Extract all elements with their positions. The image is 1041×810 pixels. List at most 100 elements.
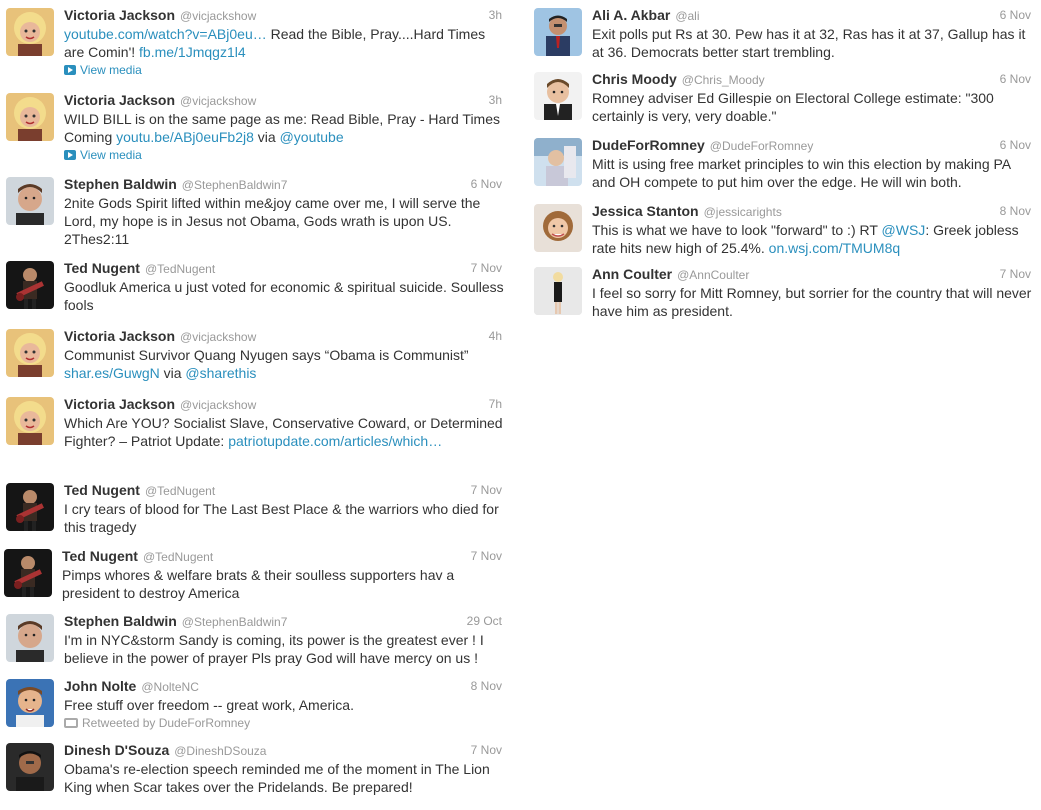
- tweet-text-segment: Pimps whores & welfare brats & their sou…: [62, 567, 455, 601]
- tweet-link[interactable]: fb.me/1Jmqgz1l4: [139, 44, 246, 60]
- tweet-header: Dinesh D'Souza @DineshDSouza 7 Nov: [64, 741, 504, 759]
- tweet-link[interactable]: youtube.com/watch?v=ABj0eu…: [64, 26, 267, 42]
- tweet-link[interactable]: @WSJ: [882, 222, 926, 238]
- author-name[interactable]: Ted Nugent: [64, 482, 140, 498]
- avatar[interactable]: [6, 614, 54, 662]
- tweet-timestamp[interactable]: 6 Nov: [1000, 6, 1031, 24]
- avatar[interactable]: [534, 72, 582, 120]
- tweet-text: Communist Survivor Quang Nyugen says “Ob…: [64, 346, 504, 382]
- avatar[interactable]: [6, 261, 54, 309]
- author-handle[interactable]: @vicjackshow: [180, 94, 256, 108]
- tweet-timestamp[interactable]: 7 Nov: [1000, 265, 1031, 283]
- view-media-link[interactable]: View media: [64, 62, 504, 78]
- tweet-timestamp[interactable]: 6 Nov: [1000, 136, 1031, 154]
- author-name[interactable]: Chris Moody: [592, 71, 677, 87]
- tweet-header: Ali A. Akbar @ali 6 Nov: [592, 6, 1033, 24]
- tweet-text-segment: I cry tears of blood for The Last Best P…: [64, 501, 499, 535]
- avatar[interactable]: [4, 549, 52, 597]
- author-name[interactable]: Dinesh D'Souza: [64, 742, 169, 758]
- avatar[interactable]: [6, 177, 54, 225]
- author-handle[interactable]: @DudeForRomney: [710, 139, 814, 153]
- tweet-text: Obama's re-election speech reminded me o…: [64, 760, 504, 796]
- tweet-text-segment: via: [159, 365, 186, 381]
- tweet-link[interactable]: @sharethis: [185, 365, 256, 381]
- tweet-timestamp[interactable]: 6 Nov: [1000, 70, 1031, 88]
- tweet-text-segment: I'm in NYC&storm Sandy is coming, its po…: [64, 632, 484, 666]
- author-name[interactable]: Stephen Baldwin: [64, 176, 177, 192]
- avatar[interactable]: [534, 267, 582, 315]
- avatar[interactable]: [6, 8, 54, 56]
- author-handle[interactable]: @TedNugent: [145, 484, 215, 498]
- tweet-timestamp[interactable]: 3h: [489, 91, 502, 109]
- tweet-link[interactable]: shar.es/GuwgN: [64, 365, 160, 381]
- tweet-link[interactable]: youtu.be/ABj0euFb2j8: [116, 129, 254, 145]
- author-name[interactable]: DudeForRomney: [592, 137, 705, 153]
- author-handle[interactable]: @vicjackshow: [180, 330, 256, 344]
- tweet-header: Victoria Jackson @vicjackshow 7h: [64, 395, 504, 413]
- author-name[interactable]: Ted Nugent: [62, 548, 138, 564]
- avatar[interactable]: [534, 204, 582, 252]
- tweet-header: Chris Moody @Chris_Moody 6 Nov: [592, 70, 1033, 88]
- avatar[interactable]: [6, 397, 54, 445]
- author-handle[interactable]: @Chris_Moody: [682, 73, 765, 87]
- author-name[interactable]: Victoria Jackson: [64, 7, 175, 23]
- avatar[interactable]: [6, 743, 54, 791]
- author-handle[interactable]: @StephenBaldwin7: [182, 178, 288, 192]
- author-handle[interactable]: @vicjackshow: [180, 398, 256, 412]
- tweet-timestamp[interactable]: 6 Nov: [471, 175, 502, 193]
- author-name[interactable]: Victoria Jackson: [64, 328, 175, 344]
- tweet-timestamp[interactable]: 7 Nov: [471, 481, 502, 499]
- avatar[interactable]: [6, 483, 54, 531]
- tweet-timestamp[interactable]: 8 Nov: [1000, 202, 1031, 220]
- author-handle[interactable]: @ali: [675, 9, 699, 23]
- author-name[interactable]: Stephen Baldwin: [64, 613, 177, 629]
- avatar[interactable]: [6, 329, 54, 377]
- author-handle[interactable]: @NolteNC: [141, 680, 199, 694]
- play-icon: [64, 65, 76, 75]
- avatar[interactable]: [6, 679, 54, 727]
- author-handle[interactable]: @DineshDSouza: [174, 744, 266, 758]
- tweet-timestamp[interactable]: 29 Oct: [467, 612, 502, 630]
- tweet-link[interactable]: patriotupdate.com/articles/which…: [228, 433, 442, 449]
- author-name[interactable]: Ann Coulter: [592, 266, 672, 282]
- tweet-header: Victoria Jackson @vicjackshow 3h: [64, 91, 504, 109]
- tweet-text-segment: Romney adviser Ed Gillespie on Electoral…: [592, 90, 994, 124]
- author-name[interactable]: Victoria Jackson: [64, 92, 175, 108]
- author-handle[interactable]: @jessicarights: [704, 205, 782, 219]
- tweet-text-segment: 2nite Gods Spirit lifted within me&joy c…: [64, 195, 481, 247]
- avatar[interactable]: [534, 8, 582, 56]
- retweet-icon: [64, 718, 78, 728]
- avatar[interactable]: [534, 138, 582, 186]
- author-name[interactable]: Ted Nugent: [64, 260, 140, 276]
- tweet-header: Ted Nugent @TedNugent 7 Nov: [64, 481, 504, 499]
- tweet-timestamp[interactable]: 7 Nov: [471, 259, 502, 277]
- view-media-label[interactable]: View media: [80, 148, 142, 162]
- tweet-header: Stephen Baldwin @StephenBaldwin7 29 Oct: [64, 612, 504, 630]
- author-handle[interactable]: @vicjackshow: [180, 9, 256, 23]
- author-name[interactable]: Victoria Jackson: [64, 396, 175, 412]
- tweet-link[interactable]: on.wsj.com/TMUM8q: [769, 240, 900, 256]
- tweet-text: This is what we have to look "forward" t…: [592, 221, 1033, 257]
- tweet-timestamp[interactable]: 3h: [489, 6, 502, 24]
- author-name[interactable]: John Nolte: [64, 678, 136, 694]
- tweet-text: WILD BILL is on the same page as me: Rea…: [64, 110, 504, 146]
- tweet-text: I cry tears of blood for The Last Best P…: [64, 500, 504, 536]
- tweet-timestamp[interactable]: 7 Nov: [471, 741, 502, 759]
- tweet-text-segment: This is what we have to look "forward" t…: [592, 222, 882, 238]
- tweet-link[interactable]: @youtube: [280, 129, 344, 145]
- tweet-text: Pimps whores & welfare brats & their sou…: [62, 566, 504, 602]
- view-media-link[interactable]: View media: [64, 147, 504, 163]
- avatar[interactable]: [6, 93, 54, 141]
- tweet-timestamp[interactable]: 8 Nov: [471, 677, 502, 695]
- tweet-timestamp[interactable]: 7 Nov: [471, 547, 502, 565]
- author-handle[interactable]: @TedNugent: [145, 262, 215, 276]
- author-handle[interactable]: @AnnCoulter: [677, 268, 749, 282]
- author-name[interactable]: Ali A. Akbar: [592, 7, 670, 23]
- author-handle[interactable]: @TedNugent: [143, 550, 213, 564]
- view-media-label[interactable]: View media: [80, 63, 142, 77]
- author-name[interactable]: Jessica Stanton: [592, 203, 699, 219]
- tweet-timestamp[interactable]: 7h: [489, 395, 502, 413]
- author-handle[interactable]: @StephenBaldwin7: [182, 615, 288, 629]
- tweet-timestamp[interactable]: 4h: [489, 327, 502, 345]
- retweeted-by-label[interactable]: Retweeted by DudeForRomney: [82, 716, 250, 730]
